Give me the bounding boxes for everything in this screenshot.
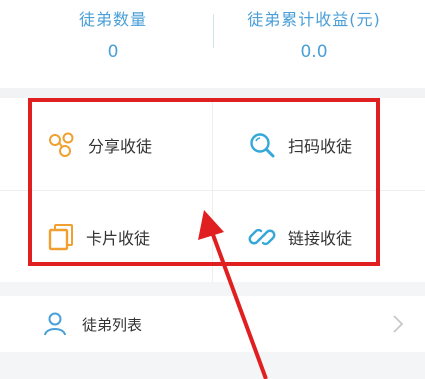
section-gap xyxy=(0,352,425,379)
stat-value: 0 xyxy=(107,42,119,62)
stat-label: 徒弟数量 xyxy=(78,10,147,29)
section-gap xyxy=(0,282,425,296)
stat-apprentice-earnings: 徒弟累计收益(元) 0.0 xyxy=(214,6,414,62)
apprentice-list-item[interactable]: 徒弟列表 xyxy=(0,296,425,352)
stat-apprentice-count: 徒弟数量 0 xyxy=(13,6,213,62)
apprentice-list-label: 徒弟列表 xyxy=(82,315,143,334)
chevron-right-icon xyxy=(393,315,404,333)
highlight-box xyxy=(28,98,380,266)
section-gap xyxy=(0,88,425,98)
stat-label: 徒弟累计收益(元) xyxy=(247,10,381,29)
stats-header: 徒弟数量 0 徒弟累计收益(元) 0.0 xyxy=(0,0,425,88)
user-icon xyxy=(44,312,66,336)
stat-value: 0.0 xyxy=(300,42,328,62)
